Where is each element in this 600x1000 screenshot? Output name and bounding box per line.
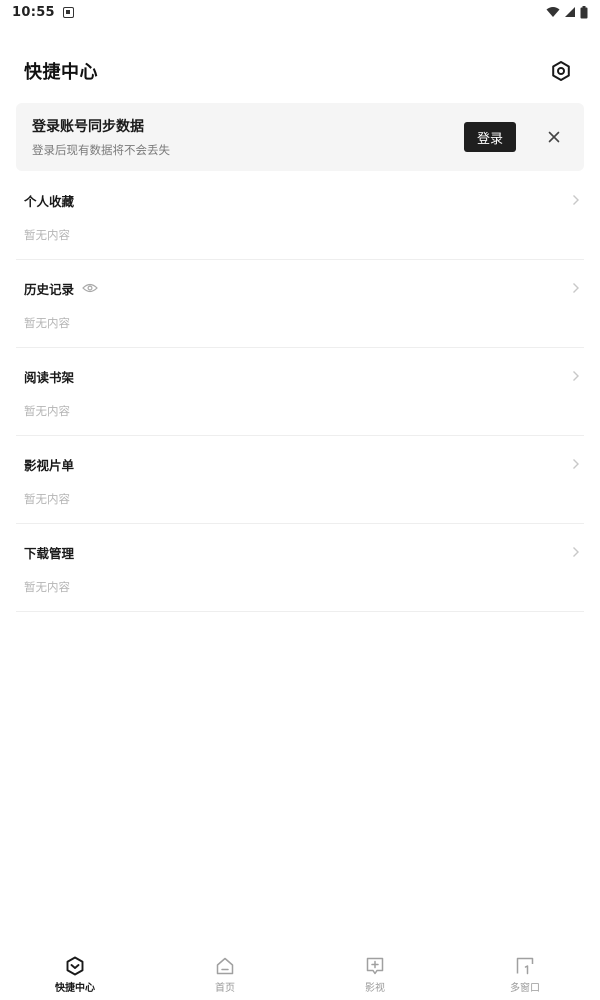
nav-home[interactable]: 首页: [150, 950, 300, 1000]
shortcut-center-icon: [66, 956, 84, 976]
section-empty-text: 暂无内容: [24, 316, 70, 330]
section-title: 下载管理: [24, 545, 75, 561]
wifi-icon: [546, 7, 560, 17]
section-title: 个人收藏: [24, 193, 75, 209]
login-button[interactable]: 登录: [464, 122, 516, 152]
chevron-right-icon: [572, 370, 580, 382]
section-history[interactable]: 历史记录 暂无内容: [16, 260, 584, 348]
section-header: 个人收藏: [24, 190, 580, 210]
header: 快捷中心: [0, 50, 600, 92]
section-header: 影视片单: [24, 454, 580, 474]
section-empty-text: 暂无内容: [24, 404, 70, 418]
banner-text: 登录账号同步数据 登录后现有数据将不会丢失: [32, 116, 170, 158]
nav-label: 多窗口: [510, 983, 540, 994]
section-empty-text: 暂无内容: [24, 228, 70, 242]
banner-title: 登录账号同步数据: [32, 119, 144, 135]
login-banner: 登录账号同步数据 登录后现有数据将不会丢失 登录: [16, 103, 584, 171]
page-title: 快捷中心: [24, 62, 98, 83]
section-downloads[interactable]: 下载管理 暂无内容: [16, 524, 584, 612]
chevron-right-icon: [572, 546, 580, 558]
status-bar: 10:55: [0, 0, 600, 24]
multi-window-icon: [516, 957, 534, 975]
close-banner-button[interactable]: [542, 125, 566, 149]
status-time: 10:55: [12, 4, 55, 20]
section-header: 下载管理: [24, 542, 580, 562]
status-indicators: [546, 5, 588, 19]
nav-label: 首页: [215, 983, 235, 994]
section-video-list[interactable]: 影视片单 暂无内容: [16, 436, 584, 524]
close-icon: [548, 131, 560, 143]
settings-icon: [552, 61, 570, 81]
video-icon: [366, 957, 384, 975]
section-header: 阅读书架: [24, 366, 580, 386]
banner-subtitle: 登录后现有数据将不会丢失: [32, 143, 170, 157]
section-title: 影视片单: [24, 457, 75, 473]
section-bookshelf[interactable]: 阅读书架 暂无内容: [16, 348, 584, 436]
section-empty-text: 暂无内容: [24, 492, 70, 506]
settings-button[interactable]: [546, 56, 576, 86]
nav-label: 快捷中心: [55, 983, 95, 994]
chevron-right-icon: [572, 194, 580, 206]
home-icon: [216, 957, 234, 975]
nav-label: 影视: [365, 983, 385, 994]
bottom-nav: 快捷中心 首页 影视 多窗口: [0, 950, 600, 1000]
nav-shortcut-center[interactable]: 快捷中心: [0, 950, 150, 1000]
battery-icon: [580, 5, 588, 18]
section-list: 个人收藏 暂无内容 历史记录 暂无内容 阅读书架 暂无内容 影视片单 暂无内容 …: [16, 172, 584, 612]
chevron-right-icon: [572, 458, 580, 470]
section-title: 历史记录: [24, 281, 75, 297]
notification-icon: [62, 6, 74, 18]
nav-multi-window[interactable]: 多窗口: [450, 950, 600, 1000]
signal-icon: [565, 7, 575, 17]
eye-icon[interactable]: [82, 283, 98, 293]
section-title: 阅读书架: [24, 369, 75, 385]
section-header: 历史记录: [24, 278, 580, 298]
nav-video[interactable]: 影视: [300, 950, 450, 1000]
section-empty-text: 暂无内容: [24, 580, 70, 594]
section-favorites[interactable]: 个人收藏 暂无内容: [16, 172, 584, 260]
chevron-right-icon: [572, 282, 580, 294]
